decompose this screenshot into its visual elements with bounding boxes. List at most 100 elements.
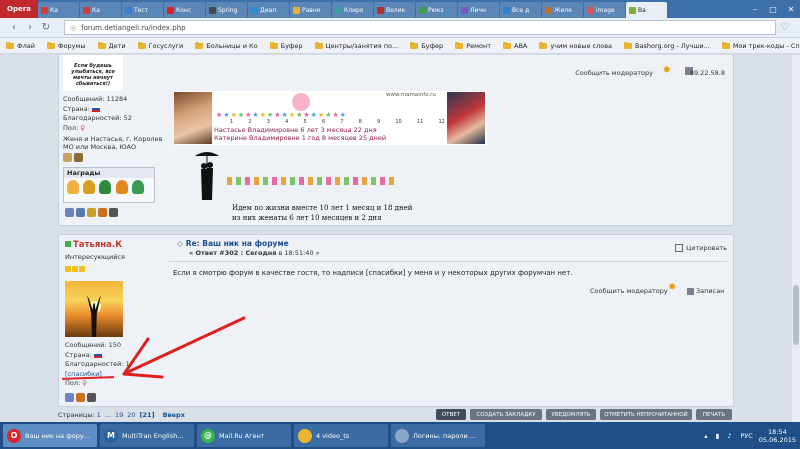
bookmark-folder[interactable]: Госуслуги [137, 41, 183, 50]
mark-unread-button[interactable]: ОТМЕТИТЬ НЕПРОЧИТАННОЙ [600, 409, 692, 420]
post2-username[interactable]: Татьяна.К [65, 240, 122, 250]
bookmark-label: Буфер [280, 41, 303, 50]
taskbar-button[interactable]: Логины, пароли ... [391, 424, 485, 447]
taskbar-button[interactable]: @ Mail.Ru Агент [197, 424, 291, 447]
browser-tab[interactable]: Ва [626, 2, 667, 18]
bookmark-folder[interactable]: Дети [97, 41, 126, 50]
ruler-tick-label: 8 [358, 119, 362, 125]
tab-strip: Ка Ка Тест Конс Spring Диал Равно Клиро Велик Рюк… [38, 2, 740, 18]
page-link-1[interactable]: 1 [97, 411, 101, 419]
post-time: в 18:51:40 » [278, 249, 320, 257]
forward-icon[interactable]: › [22, 22, 38, 33]
task-label: MultiTran English... [122, 431, 184, 440]
opera-menu-button[interactable]: Opera [0, 0, 38, 18]
scroll-up-link[interactable]: Вверх [163, 411, 185, 419]
browser-tab[interactable]: Все д [500, 2, 541, 18]
maximize-icon[interactable]: □ [764, 5, 782, 14]
page-ellipsis[interactable]: ... [105, 411, 111, 419]
browser-tab[interactable]: Равно [290, 2, 331, 18]
award-medal-icon[interactable] [131, 180, 144, 194]
browser-tab[interactable]: Жиле [542, 2, 583, 18]
bookmark-heart-icon[interactable]: ♡ [776, 22, 794, 33]
bookmark-label: Мои трек-коды - Сп... [732, 41, 800, 50]
bookmark-folder[interactable]: Больницы и Ко [195, 41, 258, 50]
child-photo-2 [447, 92, 485, 144]
bookmark-folder[interactable]: Центры/занятия по... [314, 41, 398, 50]
browser-tab[interactable]: Личн [458, 2, 499, 18]
tab-label: Жиле [554, 6, 572, 14]
bookmark-folder[interactable]: Ремонт [455, 41, 491, 50]
banner-site: www.mamainfo.ru [386, 92, 436, 98]
bookmark-folder[interactable]: Bashorg.org - Лучши... [624, 41, 710, 50]
app-icon: M [104, 428, 118, 443]
reply-number: « Ответ #302 : Сегодня [189, 249, 277, 257]
reply-button[interactable]: ОТВЕТ [436, 409, 466, 420]
reload-icon[interactable]: ↻ [38, 22, 54, 33]
language-indicator[interactable]: РУС [740, 432, 752, 440]
profile-icon[interactable] [65, 208, 74, 217]
browser-tab[interactable]: Spring [206, 2, 247, 18]
browser-tab[interactable]: Ка [80, 2, 121, 18]
bookmark-label: Bashorg.org - Лучши... [635, 41, 710, 50]
ruler-tick-label: 1 [230, 119, 234, 125]
quote-button[interactable]: Цитировать [675, 244, 727, 252]
tab-favicon-icon [125, 6, 132, 14]
ruler-tick-label: 3 [266, 119, 270, 125]
online-status-icon [65, 241, 71, 247]
messages-icon[interactable] [76, 208, 85, 217]
scrollbar-thumb[interactable] [793, 285, 799, 345]
close-icon[interactable]: ✕ [782, 5, 800, 14]
back-icon[interactable]: ‹ [6, 22, 22, 33]
taskbar-button[interactable]: M MultiTran English... [100, 424, 194, 447]
browser-tab[interactable]: image [584, 2, 625, 18]
award-bear-icon[interactable] [67, 180, 79, 194]
notify-button[interactable]: УВЕДОМЛЯТЬ [546, 409, 596, 420]
bookmark-folder[interactable]: Мои трек-коды - Сп... [721, 41, 800, 50]
taskbar-button[interactable]: O Ваш ник на фору... [3, 424, 97, 447]
browser-tab[interactable]: Ка [38, 2, 79, 18]
browser-tab[interactable]: Клиро [332, 2, 373, 18]
pm-icon[interactable] [109, 208, 118, 217]
folder-icon [410, 41, 419, 49]
bookmark-folder[interactable]: Флай [6, 41, 35, 50]
url-field[interactable]: ◎ forum.detiangeli.ru/index.php [64, 20, 776, 35]
page-scrollbar[interactable] [792, 55, 800, 422]
browser-tab[interactable]: Диал [248, 2, 289, 18]
couple-silhouette-image [195, 152, 219, 200]
post2-rank: Интересующийся [65, 253, 125, 261]
email-icon[interactable] [87, 208, 96, 217]
award-medal-icon[interactable] [115, 180, 128, 194]
minimize-icon[interactable]: – [746, 5, 764, 14]
award-medal-icon[interactable] [83, 180, 96, 194]
folder-icon [721, 41, 730, 49]
home-icon[interactable] [74, 153, 83, 162]
pm-icon[interactable] [87, 393, 96, 402]
award-medal-icon[interactable] [99, 180, 112, 194]
page-link-19[interactable]: 19 [115, 411, 123, 419]
post1-report-link[interactable]: Сообщить модератору [575, 69, 653, 77]
browser-tab[interactable]: Конс [164, 2, 205, 18]
bookmark-button[interactable]: СОЗДАТЬ ЗАКЛАДКУ [470, 409, 542, 420]
browser-tab[interactable]: Тест [122, 2, 163, 18]
profile-edit-icon[interactable] [63, 153, 72, 162]
person-icon[interactable] [98, 208, 107, 217]
bookmark-folder[interactable]: Форумы [46, 41, 86, 50]
bookmark-folder[interactable]: АВА [503, 41, 527, 50]
page-link-20[interactable]: 20 [127, 411, 135, 419]
tab-label: Клиро [344, 6, 364, 14]
page-info-icon[interactable]: ◎ [70, 24, 76, 32]
post2-subject[interactable]: ◇ Re: Ваш ник на форуме [177, 239, 289, 248]
taskbar-button[interactable]: 4 video_ts [294, 424, 388, 447]
bookmark-folder[interactable]: Буфер [269, 41, 303, 50]
person-icon[interactable] [76, 393, 85, 402]
profile-icon[interactable] [65, 393, 74, 402]
browser-tab[interactable]: Рюкз [416, 2, 457, 18]
print-button[interactable]: ПЕЧАТЬ [696, 409, 732, 420]
task-label: Mail.Ru Агент [219, 431, 265, 440]
post1-author-panel: Если будешь улыбаться, все мечты начнут … [63, 55, 163, 162]
post2-report-link[interactable]: Сообщить модератору [590, 287, 668, 295]
clock[interactable]: 18:54 05.06.2015 [759, 428, 796, 444]
bookmark-folder[interactable]: учим новые слова [539, 41, 612, 50]
browser-tab[interactable]: Велик [374, 2, 415, 18]
bookmark-folder[interactable]: Буфер [410, 41, 443, 50]
